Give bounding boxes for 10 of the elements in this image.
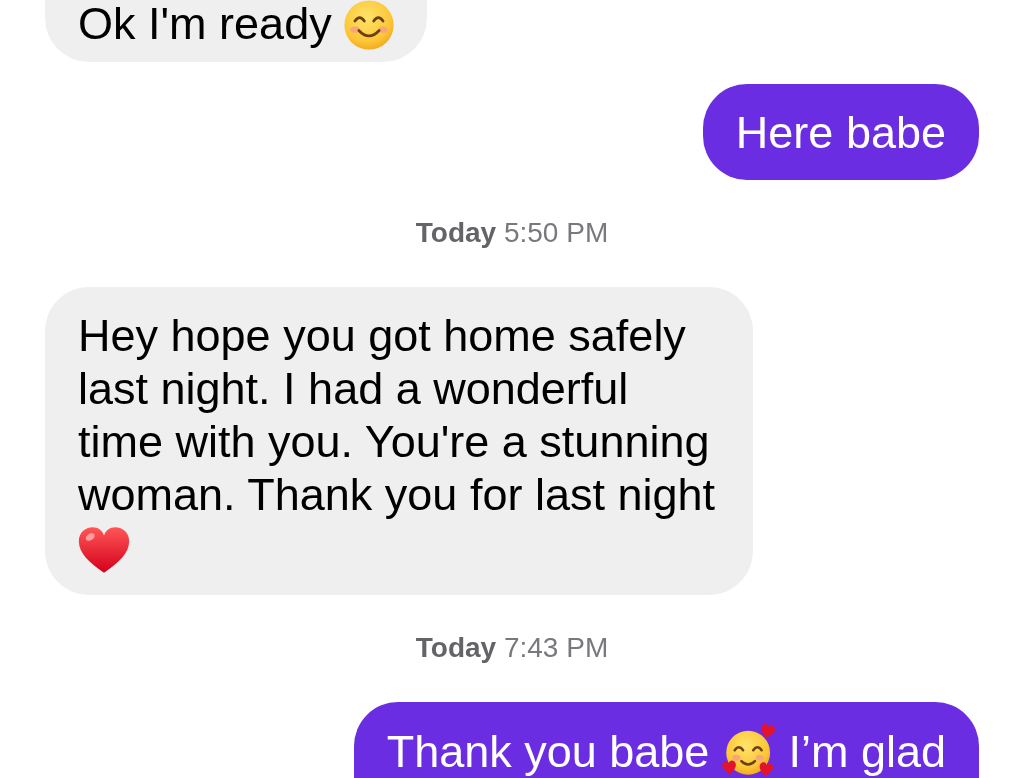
- message-text: Here babe: [735, 107, 946, 158]
- timestamp: Today 7:43 PM: [415, 633, 609, 663]
- message-text: Thank you babe: [386, 726, 710, 777]
- smiling-face-with-hearts-icon: [721, 724, 776, 778]
- timestamp: Today 5:50 PM: [415, 218, 609, 248]
- smiling-face-icon: [344, 0, 395, 50]
- heart-icon: [78, 526, 130, 574]
- message-text: I’m glad: [788, 726, 946, 777]
- message-text: Hey hope you got home safely last night. I had a wonderful time with you. You're a stunning woman. Thank you for last night: [78, 310, 715, 520]
- message-text: Ok I'm ready: [78, 0, 332, 49]
